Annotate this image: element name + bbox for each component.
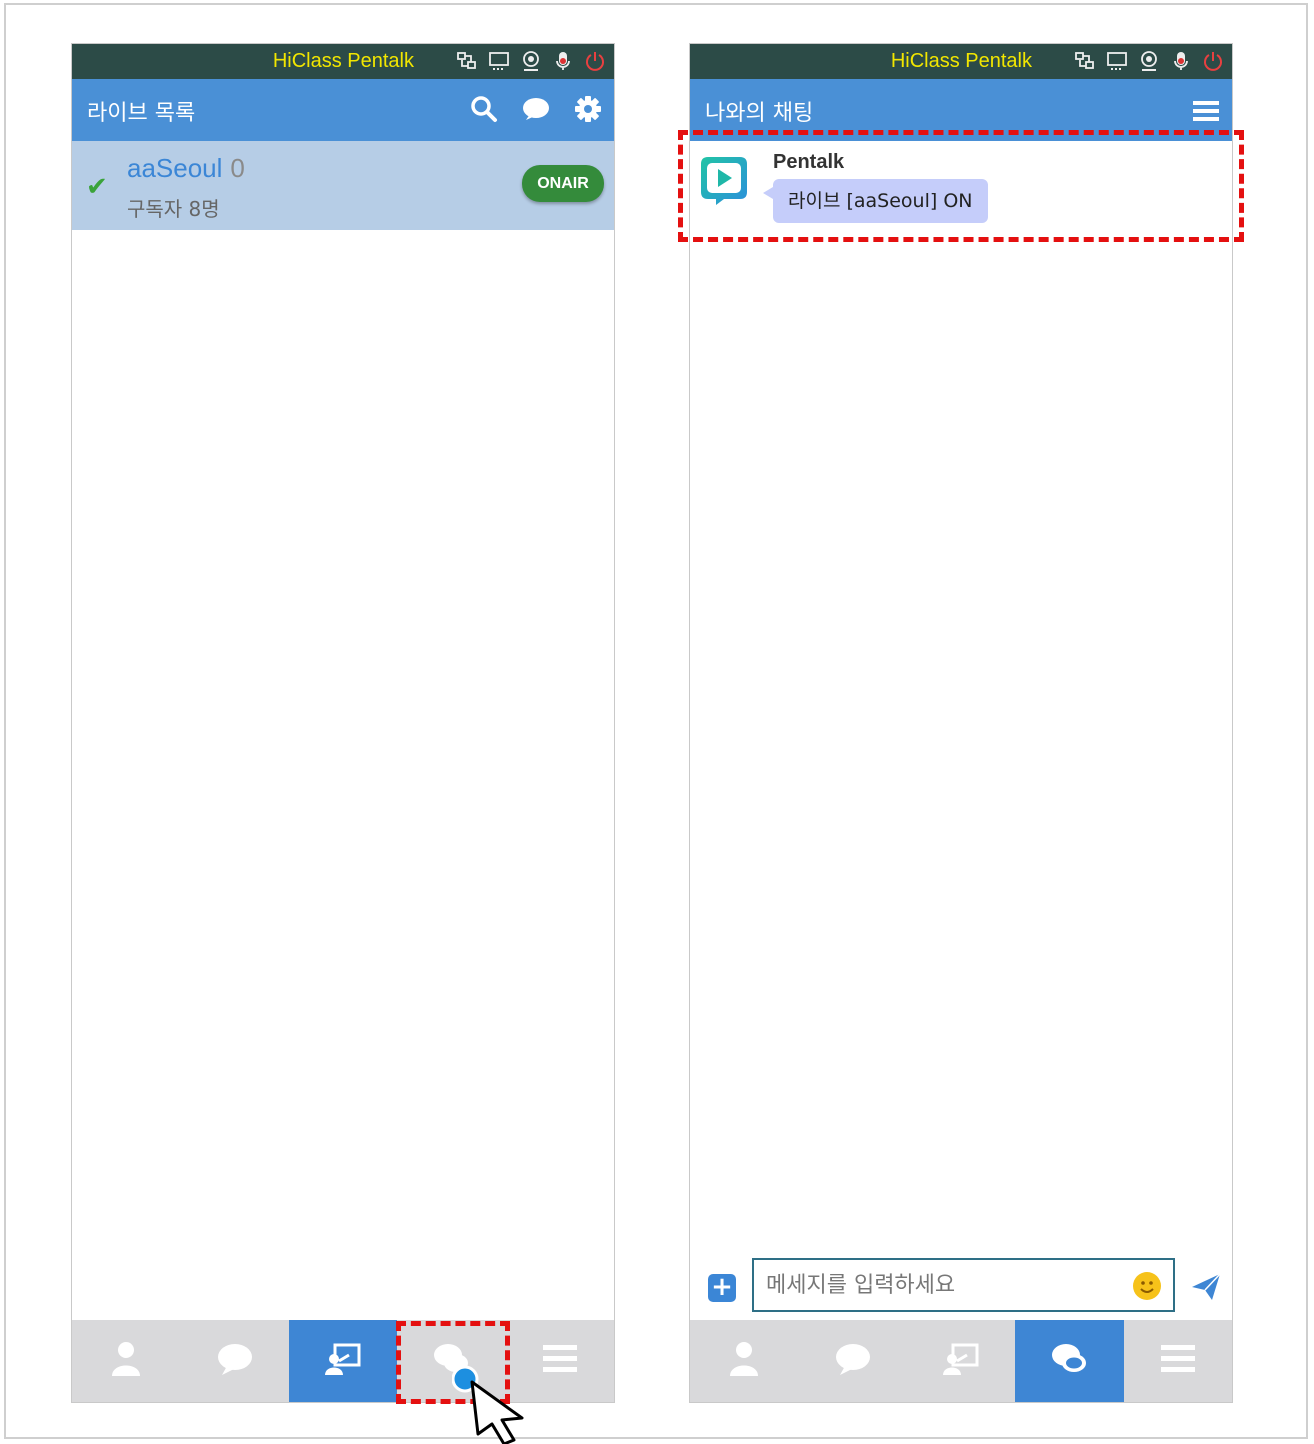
page-title: 라이브 목록 — [87, 101, 196, 126]
send-icon[interactable] — [1190, 1271, 1222, 1303]
live-count: 0 — [230, 153, 245, 183]
chat-bubble-icon — [215, 1341, 255, 1381]
system-icons — [1074, 50, 1224, 72]
message-composer: + — [690, 1258, 1232, 1320]
live-name: aaSeoul — [127, 153, 223, 183]
attach-plus-button[interactable]: + — [708, 1274, 736, 1302]
nav-live[interactable] — [288, 1320, 398, 1402]
nav-chats[interactable] — [180, 1320, 288, 1402]
system-bar: HiClass Pentalk — [690, 44, 1232, 79]
mic-icon[interactable] — [1170, 50, 1192, 72]
monitor-icon[interactable] — [1106, 50, 1128, 72]
chat-bubble-icon[interactable] — [520, 93, 552, 125]
menu-icon — [542, 1343, 578, 1379]
power-icon[interactable] — [1202, 50, 1224, 72]
emoji-icon[interactable] — [1133, 1272, 1161, 1300]
nav-friends[interactable] — [690, 1320, 798, 1402]
live-list-screen: HiClass Pentalk 라이브 목록 ✔ aaSeoul 0 구독자 8… — [71, 43, 615, 1403]
app-title: HiClass Pentalk — [272, 50, 414, 72]
nav-my-chat[interactable] — [1015, 1320, 1124, 1402]
person-icon — [109, 1340, 143, 1382]
menu-icon[interactable] — [1190, 93, 1222, 125]
live-title: aaSeoul 0 — [127, 153, 245, 184]
mouse-cursor-icon — [452, 1365, 524, 1444]
webcam-icon[interactable] — [520, 50, 542, 72]
nav-friends[interactable] — [72, 1320, 180, 1402]
live-board-icon — [941, 1341, 981, 1381]
live-list-item[interactable]: ✔ aaSeoul 0 구독자 8명 ONAIR — [72, 141, 614, 230]
subscriber-count: 구독자 8명 — [127, 197, 220, 221]
network-icon[interactable] — [1074, 50, 1096, 72]
nav-live[interactable] — [907, 1320, 1015, 1402]
nav-chats[interactable] — [798, 1320, 906, 1402]
header-actions — [468, 93, 604, 125]
message-input[interactable] — [752, 1258, 1175, 1312]
nav-menu[interactable] — [1124, 1320, 1232, 1402]
page-title: 나와의 채팅 — [705, 101, 814, 126]
my-chat-screen: HiClass Pentalk 나와의 채팅 Pentalk 라이브 [aaSe… — [689, 43, 1233, 1403]
check-icon: ✔ — [86, 172, 108, 202]
system-icons — [456, 50, 606, 72]
live-list-header: 라이브 목록 — [72, 79, 614, 141]
webcam-icon[interactable] — [1138, 50, 1160, 72]
bottom-nav — [690, 1320, 1232, 1402]
live-board-icon — [323, 1341, 363, 1381]
system-bar: HiClass Pentalk — [72, 44, 614, 79]
power-icon[interactable] — [584, 50, 606, 72]
search-icon[interactable] — [468, 93, 500, 125]
onair-badge[interactable]: ONAIR — [522, 165, 604, 202]
monitor-icon[interactable] — [488, 50, 510, 72]
chat-bubble-icon — [833, 1341, 873, 1381]
header-actions — [1190, 93, 1222, 125]
app-title: HiClass Pentalk — [890, 50, 1032, 72]
menu-icon — [1160, 1343, 1196, 1379]
gear-icon[interactable] — [572, 93, 604, 125]
mic-icon[interactable] — [552, 50, 574, 72]
highlight-chat-message — [678, 130, 1244, 242]
chat-icon — [1049, 1341, 1089, 1381]
network-icon[interactable] — [456, 50, 478, 72]
person-icon — [727, 1340, 761, 1382]
